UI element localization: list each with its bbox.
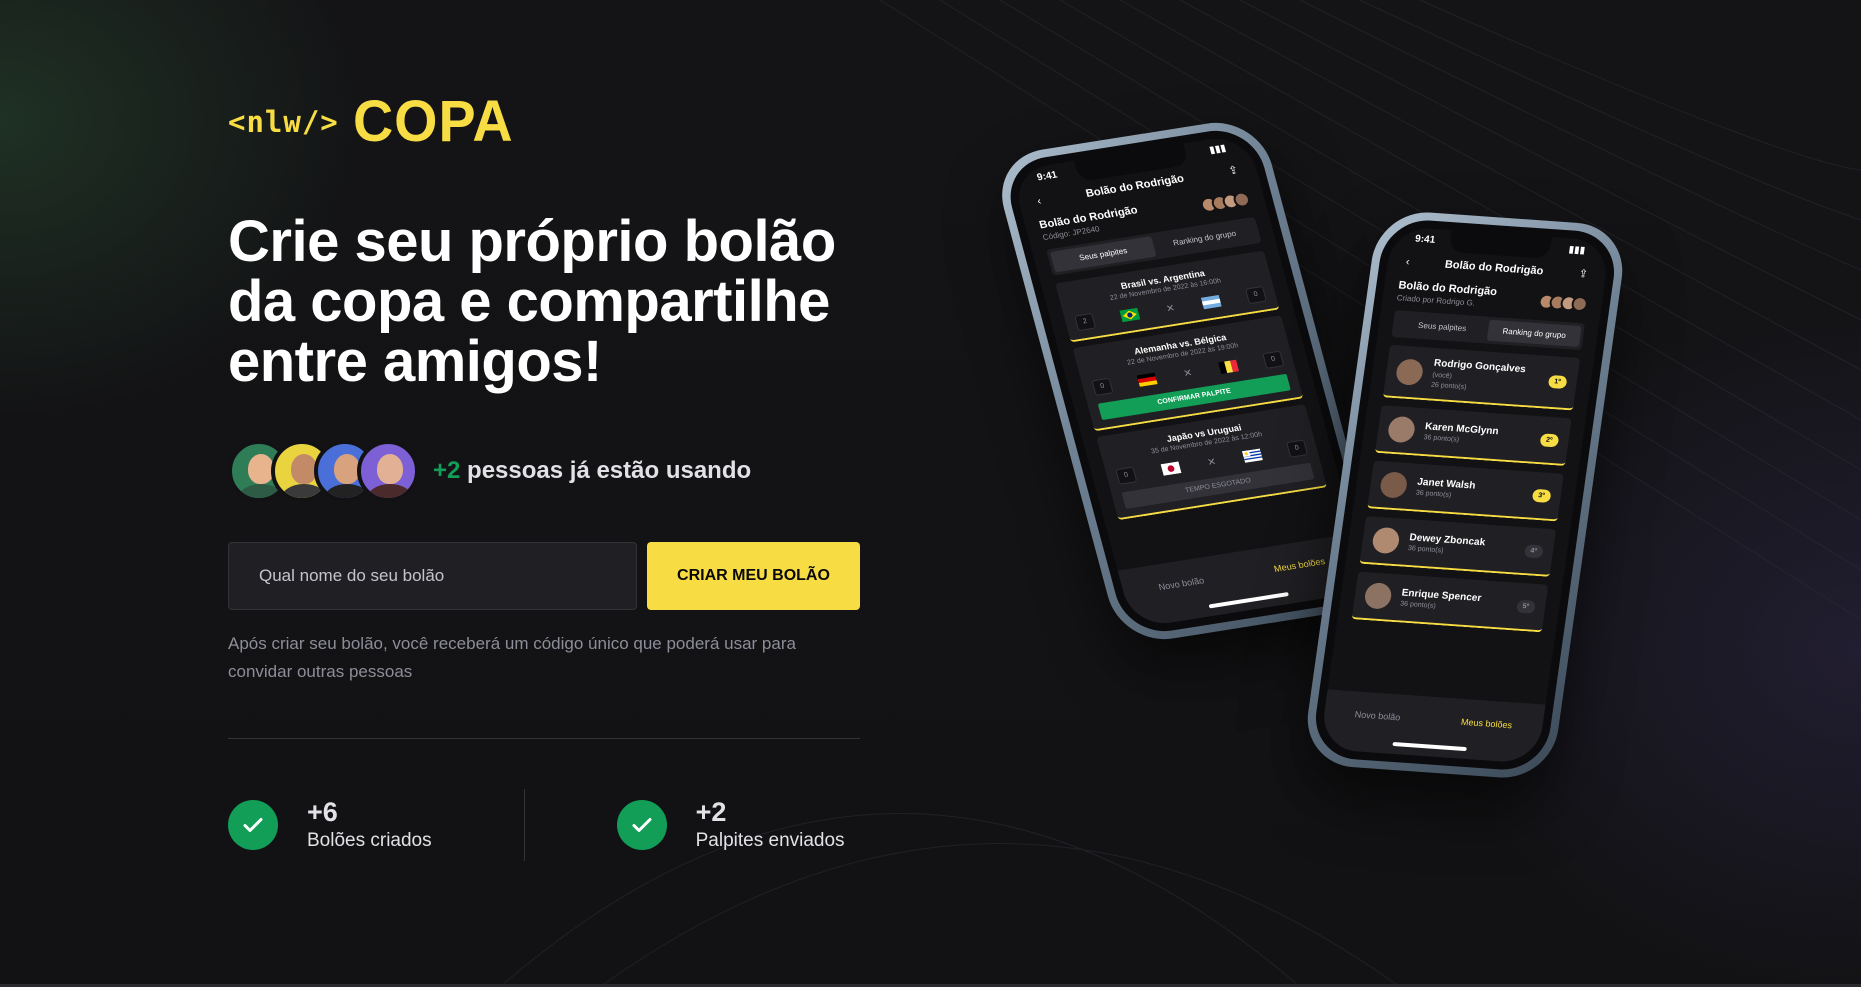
signal-icon: ▮▮▮ xyxy=(1567,244,1586,257)
stat-label: Palpites enviados xyxy=(695,830,845,851)
users-row: +2 pessoas já estão usando xyxy=(228,440,860,502)
ranking-position-badge: 5º xyxy=(1515,599,1537,614)
pool-name-input[interactable] xyxy=(228,542,637,610)
new-pool-tab: Novo bolão xyxy=(1157,575,1206,593)
avatar xyxy=(1394,357,1425,386)
headline-line-3: entre amigos! xyxy=(228,329,602,394)
hero-section: <nlw/> COPA Crie seu próprio bolão da co… xyxy=(228,89,860,861)
ranking-item: Karen McGlynn 36 ponto(s) 2º xyxy=(1375,405,1572,466)
flag-japan-icon xyxy=(1160,461,1182,476)
page-title: Crie seu próprio bolão da copa e compart… xyxy=(228,212,860,392)
participants-avatars xyxy=(1537,292,1589,313)
tab-ranking: Ranking do grupo xyxy=(1172,228,1238,248)
tab-guesses: Seus palpites xyxy=(1049,236,1157,273)
ranking-position-badge: 1º xyxy=(1547,374,1568,390)
ranking-points: 36 ponto(s) xyxy=(1415,489,1452,500)
flag-germany-icon xyxy=(1137,372,1159,387)
ranking-position-badge: 3º xyxy=(1531,488,1552,503)
flag-uruguay-icon xyxy=(1241,448,1263,463)
stat-pools: +6 Bolões criados xyxy=(228,796,432,854)
stat-value: +6 xyxy=(307,797,338,827)
share-icon: ⇪ xyxy=(1227,164,1240,178)
logo: <nlw/> COPA xyxy=(228,89,860,154)
avatar xyxy=(1378,471,1409,499)
my-pools-tab: Meus bolões xyxy=(1272,556,1327,574)
status-time: 9:41 xyxy=(1414,233,1436,246)
pool-tabs: Seus palpites Ranking do grupo xyxy=(1391,310,1586,351)
ranking-tag: (você) xyxy=(1431,371,1453,381)
headline-line-1: Crie seu próprio bolão xyxy=(228,209,836,274)
avatar-group xyxy=(228,440,419,502)
signal-icon: ▮▮▮ xyxy=(1208,142,1228,157)
participants-avatars xyxy=(1198,190,1252,214)
status-time: 9:41 xyxy=(1035,169,1059,184)
create-pool-form: CRIAR MEU BOLÃO xyxy=(228,542,860,610)
headline-line-2: da copa e compartilhe xyxy=(228,269,830,334)
ranking-position-badge: 4º xyxy=(1523,543,1544,558)
stat-guesses: +2 Palpites enviados xyxy=(616,796,845,854)
avatar xyxy=(1386,415,1417,444)
back-icon: ‹ xyxy=(1405,255,1411,268)
logo-copa: COPA xyxy=(352,89,514,154)
ranking-item: Janet Walsh 36 ponto(s) 3º xyxy=(1367,460,1564,522)
phone-bottom-nav: Novo bolão Meus bolões xyxy=(1319,689,1546,765)
flag-argentina-icon xyxy=(1200,294,1222,310)
users-count: +2 xyxy=(433,457,461,484)
help-text: Após criar seu bolão, você receberá um c… xyxy=(228,634,796,681)
new-pool-tab: Novo bolão xyxy=(1354,709,1401,723)
phone-title: Bolão do Rodrigão xyxy=(1444,258,1545,277)
check-icon xyxy=(228,800,278,850)
pool-info: Bolão do Rodrigão Criado por Rodrigo G. xyxy=(1396,279,1589,315)
stat-value: +2 xyxy=(695,797,727,827)
avatar xyxy=(1371,526,1401,555)
ranking-position-badge: 2º xyxy=(1539,432,1560,447)
users-count-label: pessoas já estão usando xyxy=(460,457,752,484)
divider xyxy=(228,738,860,739)
ranking-item: Enrique Spencer 36 ponto(s) 5º xyxy=(1351,571,1549,633)
ranking-item: Dewey Zboncak 36 ponto(s) 4º xyxy=(1359,516,1557,577)
tab-ranking: Ranking do grupo xyxy=(1486,319,1582,347)
back-icon: ‹ xyxy=(1035,194,1043,208)
logo-nlw: <nlw/> xyxy=(228,105,339,139)
flag-belgium-icon xyxy=(1217,359,1239,375)
avatar xyxy=(357,440,419,502)
flag-brazil-icon xyxy=(1119,307,1141,323)
create-pool-button[interactable]: CRIAR MEU BOLÃO xyxy=(647,542,860,610)
stat-label: Bolões criados xyxy=(307,830,432,851)
my-pools-tab: Meus bolões xyxy=(1460,716,1513,731)
ranking-item: Rodrigo Gonçalves (você) 26 ponto(s) 1º xyxy=(1382,344,1581,411)
stats-divider xyxy=(523,789,525,861)
stats-row: +6 Bolões criados +2 Palpites enviados xyxy=(228,789,860,861)
users-count-text: +2 pessoas já estão usando xyxy=(433,457,751,485)
check-icon xyxy=(616,800,667,850)
share-icon: ⇪ xyxy=(1577,268,1589,281)
avatar xyxy=(1363,582,1393,610)
tab-guesses: Seus palpites xyxy=(1417,320,1467,334)
